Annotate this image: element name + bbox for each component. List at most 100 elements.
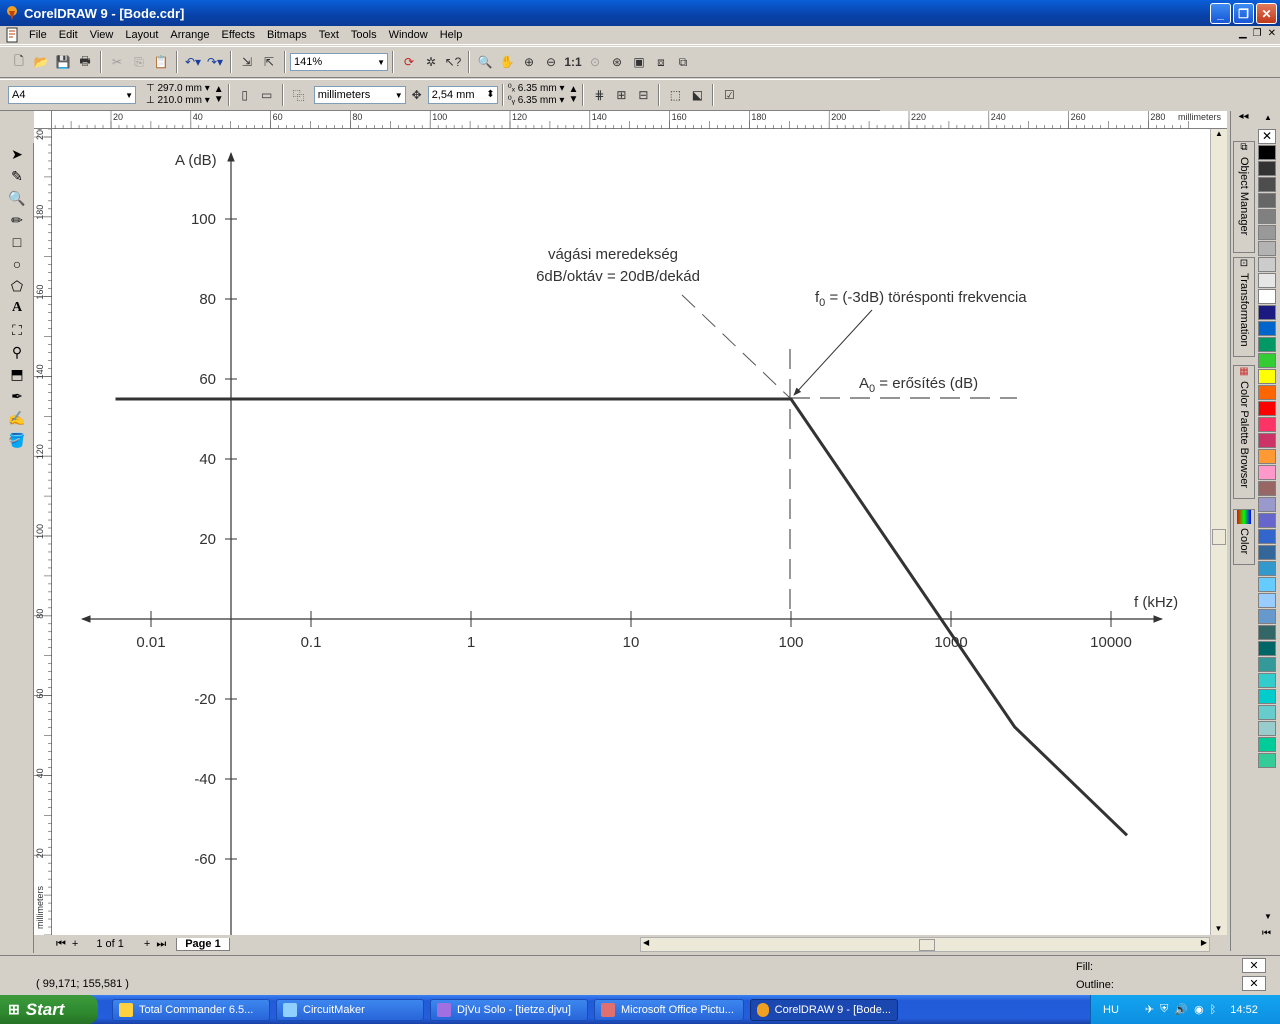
horizontal-scroll-thumb[interactable]: [919, 939, 935, 951]
fill-tool-icon[interactable]: 🪣: [2, 429, 32, 451]
zoom-selected-icon[interactable]: ⊙: [584, 51, 606, 73]
menu-help[interactable]: Help: [434, 29, 469, 41]
zoom-height-icon[interactable]: ⧉: [672, 51, 694, 73]
interactive-fill-tool-icon[interactable]: ⛶: [2, 319, 32, 341]
minimize-button[interactable]: _: [1210, 3, 1231, 24]
palette-swatch[interactable]: [1258, 593, 1276, 608]
outline-tool-icon[interactable]: ✍: [2, 407, 32, 429]
redo-icon[interactable]: ↷▾: [204, 51, 226, 73]
scroll-left-icon[interactable]: ◀: [643, 938, 649, 947]
copy-icon[interactable]: ⎘: [128, 51, 150, 73]
zoom-tool-icon[interactable]: 🔍: [474, 51, 496, 73]
palette-swatch[interactable]: [1258, 625, 1276, 640]
snap-to-guidelines-icon[interactable]: ⊞: [610, 84, 632, 106]
palette-swatch[interactable]: [1258, 737, 1276, 752]
shape-tool-icon[interactable]: ✎: [2, 165, 32, 187]
portrait-icon[interactable]: ▯: [234, 84, 256, 106]
eyedropper-tool-icon[interactable]: ✒: [2, 385, 32, 407]
palette-swatch[interactable]: [1258, 177, 1276, 192]
docker-tab-color[interactable]: Color: [1233, 509, 1255, 565]
options-icon[interactable]: ☑: [718, 84, 740, 106]
pan-tool-icon[interactable]: ✋: [496, 51, 518, 73]
palette-swatch[interactable]: [1258, 497, 1276, 512]
palette-swatch[interactable]: [1258, 561, 1276, 576]
first-page-icon[interactable]: ⏮: [56, 938, 66, 951]
duplicate-y-field[interactable]: ⁰ᵧ 6.35 mm ▾: [508, 95, 565, 107]
tray-network-icon[interactable]: ✈: [1145, 1003, 1154, 1016]
scroll-down-icon[interactable]: ▼: [1211, 924, 1226, 933]
zoom-tool-icon[interactable]: 🔍: [2, 187, 32, 209]
palette-swatch[interactable]: [1258, 305, 1276, 320]
draw-objects-when-moving-icon[interactable]: ⬕: [686, 84, 708, 106]
page-tab-1[interactable]: Page 1: [176, 937, 230, 951]
duplicate-spinner[interactable]: ▲ ▼: [568, 85, 578, 105]
undo-icon[interactable]: ↶▾: [182, 51, 204, 73]
paper-size-spinner[interactable]: ▲ ▼: [214, 85, 224, 105]
palette-swatch[interactable]: [1258, 417, 1276, 432]
palette-swatch[interactable]: [1258, 209, 1276, 224]
palette-swatch[interactable]: [1258, 145, 1276, 160]
palette-swatch[interactable]: [1258, 705, 1276, 720]
outline-none-icon[interactable]: ✕: [1242, 976, 1266, 991]
doc-restore-button[interactable]: ❐: [1253, 28, 1262, 39]
zoom-page-icon[interactable]: ▣: [628, 51, 650, 73]
menu-view[interactable]: View: [84, 29, 120, 41]
drawing-canvas[interactable]: A (dB) f (kHz) 100 80 60 40 20 -20 -40 -60 0.01…: [52, 129, 1227, 1024]
add-page-after-icon[interactable]: +: [144, 938, 150, 950]
snap-to-objects-icon[interactable]: ⊟: [632, 84, 654, 106]
palette-swatch[interactable]: [1258, 321, 1276, 336]
menu-effects[interactable]: Effects: [216, 29, 261, 41]
duplicate-x-field[interactable]: ⁰ₓ 6.35 mm ▾: [508, 83, 565, 95]
open-icon[interactable]: 📂: [30, 51, 52, 73]
paste-icon[interactable]: 📋: [150, 51, 172, 73]
menu-arrange[interactable]: Arrange: [164, 29, 215, 41]
palette-swatch[interactable]: [1258, 609, 1276, 624]
zoom-level-combo[interactable]: 141% ▼: [290, 53, 388, 71]
palette-swatch[interactable]: [1258, 449, 1276, 464]
palette-swatch[interactable]: [1258, 689, 1276, 704]
add-page-before-icon[interactable]: +: [72, 938, 78, 950]
ellipse-tool-icon[interactable]: ○: [2, 253, 32, 275]
menu-layout[interactable]: Layout: [119, 29, 164, 41]
palette-swatch[interactable]: [1258, 289, 1276, 304]
vertical-ruler[interactable]: 200 180 160 140 120 100 80 60 40 20 millimeters: [34, 125, 52, 936]
palette-swatch[interactable]: [1258, 385, 1276, 400]
palette-swatch[interactable]: [1258, 433, 1276, 448]
task-coreldraw[interactable]: CorelDRAW 9 - [Bode...: [750, 998, 898, 1021]
no-fill-swatch[interactable]: ✕: [1258, 129, 1276, 144]
application-launcher-icon[interactable]: ⟳: [398, 51, 420, 73]
palette-swatch[interactable]: [1258, 513, 1276, 528]
interactive-blend-tool-icon[interactable]: ⚲: [2, 341, 32, 363]
palette-swatch[interactable]: [1258, 529, 1276, 544]
task-total-commander[interactable]: Total Commander 6.5...: [112, 998, 270, 1021]
nudge-offset-field[interactable]: 2,54 mm ⬍: [427, 86, 498, 104]
palette-swatch[interactable]: [1258, 577, 1276, 592]
ruler-origin[interactable]: [34, 111, 52, 129]
doc-minimize-button[interactable]: ▁: [1239, 28, 1247, 39]
fill-none-icon[interactable]: ✕: [1242, 958, 1266, 973]
task-djvu-solo[interactable]: DjVu Solo - [tietze.djvu]: [430, 998, 588, 1021]
last-page-icon[interactable]: ⏭: [156, 938, 166, 951]
vertical-scroll-thumb[interactable]: [1212, 529, 1226, 545]
palette-swatch[interactable]: [1258, 657, 1276, 672]
scroll-right-icon[interactable]: ▶: [1201, 938, 1207, 947]
cut-icon[interactable]: ✂: [106, 51, 128, 73]
palette-scroll-down-icon[interactable]: ▼: [1258, 912, 1278, 921]
zoom-all-objects-icon[interactable]: ⊛: [606, 51, 628, 73]
palette-swatch[interactable]: [1258, 193, 1276, 208]
palette-swatch[interactable]: [1258, 257, 1276, 272]
pick-tool-icon[interactable]: ➤: [2, 143, 32, 165]
close-button[interactable]: ✕: [1256, 3, 1277, 24]
tray-antivirus-icon[interactable]: ◉: [1194, 1003, 1204, 1016]
menu-window[interactable]: Window: [383, 29, 434, 41]
paper-height-field[interactable]: ⊥ 210.0 mm ▾: [146, 95, 210, 107]
landscape-icon[interactable]: ▭: [256, 84, 278, 106]
docker-tab-color-palette-browser[interactable]: ▦ Color Palette Browser: [1233, 365, 1255, 499]
start-button[interactable]: ⊞ Start: [0, 995, 98, 1024]
docker-tab-transformation[interactable]: ⊡ Transformation: [1233, 257, 1255, 357]
paper-width-field[interactable]: ⊤ 297.0 mm ▾: [146, 83, 210, 95]
paper-type-combo[interactable]: A4 ▼: [8, 86, 136, 104]
facing-pages-icon[interactable]: ⿻: [288, 84, 310, 106]
palette-swatch[interactable]: [1258, 545, 1276, 560]
export-icon[interactable]: ⇱: [258, 51, 280, 73]
